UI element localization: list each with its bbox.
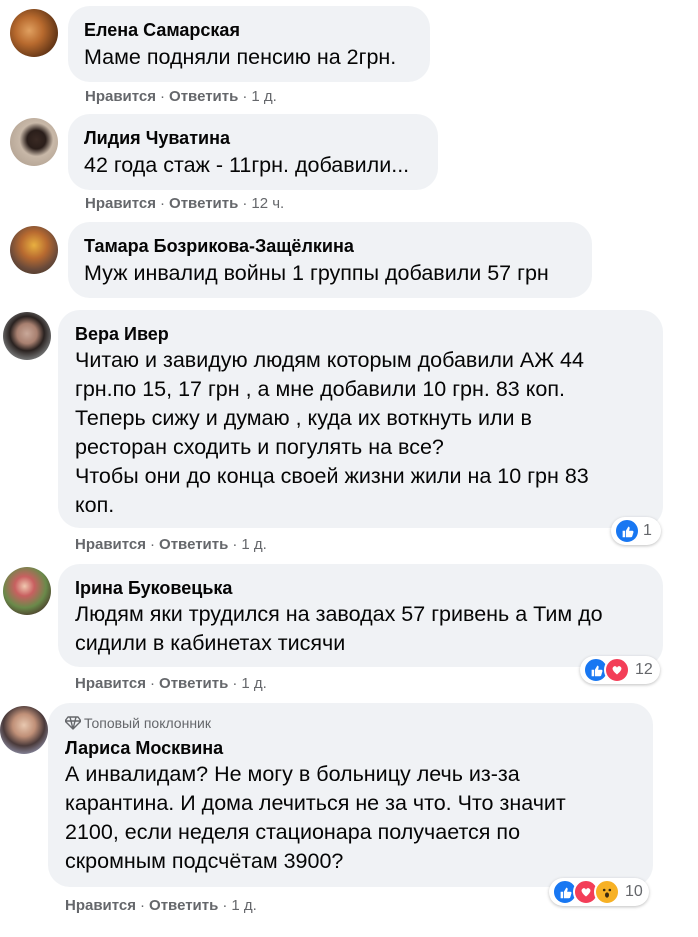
separator: · [222,897,228,914]
reaction-summary[interactable]: 1 [611,517,661,545]
reply-button[interactable]: Ответить [169,88,238,105]
separator: · [242,88,248,105]
comment-author[interactable]: Елена Самарская [84,18,414,42]
diamond-icon [64,716,82,730]
separator: · [242,195,248,212]
comment-bubble: Тамара Бозрикова-Защёлкина Муж инвалид в… [68,222,592,298]
reply-button[interactable]: Ответить [149,897,218,914]
comment-bubble: Топовый поклонник Лариса Москвина А инва… [48,703,653,887]
comment-timestamp[interactable]: 1 д. [241,536,266,553]
comment-text: Читаю и завидую людям которым добавили А… [75,348,589,517]
comment-author[interactable]: Ірина Буковецька [75,576,647,600]
comment-actions: Нравится · Ответить · 1 д. [75,674,267,694]
comment-bubble: Вера Ивер Читаю и завидую людям которым … [58,310,663,528]
reply-button[interactable]: Ответить [159,675,228,692]
comment-author[interactable]: Лидия Чуватина [84,126,422,150]
comment-actions: Нравится · Ответить · 1 д. [75,535,267,555]
comment-timestamp[interactable]: 12 ч. [251,195,284,212]
reply-button[interactable]: Ответить [169,195,238,212]
comment-bubble: Лидия Чуватина 42 года стаж - 11грн. доб… [68,114,438,190]
comment-author[interactable]: Лариса Москвина [65,736,637,760]
avatar[interactable] [0,706,48,754]
like-button[interactable]: Нравится [65,897,136,914]
comment-text: Муж инвалид войны 1 группы добавили 57 г… [84,261,549,285]
like-reaction-icon [614,518,640,544]
separator: · [150,536,156,553]
separator: · [150,675,156,692]
reaction-summary[interactable]: 12 [580,656,660,684]
comment-bubble: Ірина Буковецька Людям яки трудился на з… [58,564,663,667]
comment-timestamp[interactable]: 1 д. [241,675,266,692]
reply-button[interactable]: Ответить [159,536,228,553]
like-button[interactable]: Нравится [85,195,156,212]
comment-text: Маме подняли пенсию на 2грн. [84,45,397,69]
comment-author[interactable]: Тамара Бозрикова-Защёлкина [84,234,576,258]
comment-text: А инвалидам? Не могу в больницу лечь из-… [65,762,566,873]
badge-label: Топовый поклонник [84,715,211,731]
avatar[interactable] [10,226,58,274]
top-fan-badge[interactable]: Топовый поклонник [64,714,637,732]
comment-actions: Нравится · Ответить · 1 д. [65,896,257,916]
avatar[interactable] [3,312,51,360]
separator: · [140,897,146,914]
comment-bubble: Елена Самарская Маме подняли пенсию на 2… [68,6,430,82]
separator: · [160,195,166,212]
like-button[interactable]: Нравится [75,536,146,553]
separator: · [160,88,166,105]
reaction-count: 10 [625,883,643,900]
comment-actions: Нравится · Ответить · 1 д. [85,87,277,107]
separator: · [232,675,238,692]
comment-text: 42 года стаж - 11грн. добавили... [84,153,410,177]
reaction-count: 1 [643,522,652,539]
wow-reaction-icon [594,879,620,905]
avatar[interactable] [10,9,58,57]
avatar[interactable] [10,118,58,166]
love-reaction-icon [604,657,630,683]
comment-text: Людям яки трудился на заводах 57 гривень… [75,602,603,655]
comment-timestamp[interactable]: 1 д. [231,897,256,914]
avatar[interactable] [3,567,51,615]
separator: · [232,536,238,553]
reaction-count: 12 [635,661,653,678]
comment-timestamp[interactable]: 1 д. [251,88,276,105]
comment-actions: Нравится · Ответить · 12 ч. [85,194,284,214]
like-button[interactable]: Нравится [85,88,156,105]
comment-author[interactable]: Вера Ивер [75,322,647,346]
like-button[interactable]: Нравится [75,675,146,692]
reaction-summary[interactable]: 10 [549,878,649,906]
